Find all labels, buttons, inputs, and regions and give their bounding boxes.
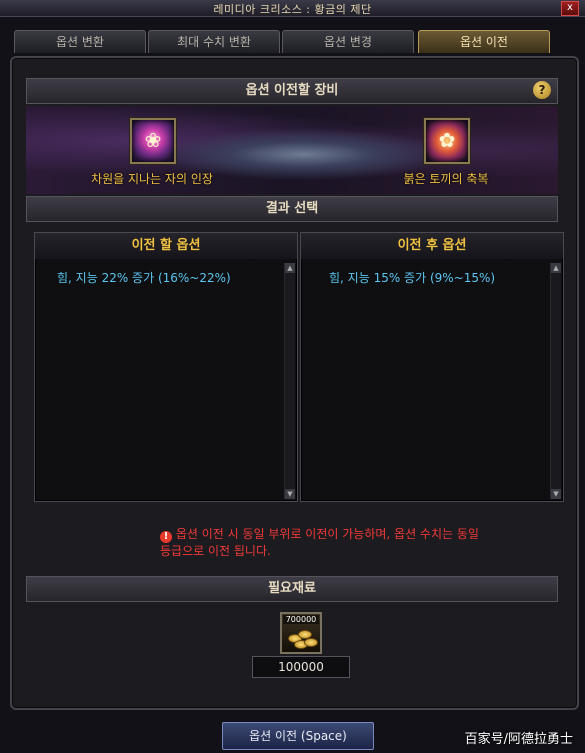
seal-icon: ❀ [144,128,162,152]
tab-bar: 옵션 변환 최대 수치 변환 옵션 변경 옵션 이전 [14,30,574,54]
equipment-section-header: 옵션 이전할 장비 ? [26,78,558,104]
before-option-value[interactable]: 힘, 지능 22% 증가 (16%~22%) [57,269,231,286]
close-button[interactable]: x [561,1,579,16]
blessing-icon: ✿ [438,128,456,152]
result-section-header: 결과 선택 [26,196,558,222]
material-slot[interactable]: 700000 [280,612,322,654]
option-transfer-button[interactable]: 옵션 이전 (Space) [222,722,374,750]
scroll-down-icon[interactable]: ▼ [551,489,561,499]
required-amount: 100000 [252,656,350,678]
after-option-header: 이전 후 옵션 [301,233,563,259]
target-item-slot[interactable]: ✿ [424,118,470,164]
scroll-down-icon[interactable]: ▼ [285,489,295,499]
window-title-bar: 레미디아 크리소스 : 황금의 제단 x [0,0,585,17]
target-item-name: 붉은 토끼의 축복 [403,172,489,186]
before-option-header: 이전 할 옵션 [35,233,297,259]
warning-text: 옵션 이전 시 동일 부위로 이전이 가능하며, 옵션 수치는 동일 등급으로 … [160,527,479,558]
before-option-panel: 이전 할 옵션 힘, 지능 22% 증가 (16%~22%) ▲ ▼ [34,232,298,502]
scroll-up-icon[interactable]: ▲ [551,263,561,273]
warning-icon: ! [160,531,172,543]
after-option-scrollbar[interactable]: ▲ ▼ [550,263,561,499]
material-stock-count: 700000 [283,615,319,624]
window-title: 레미디아 크리소스 : 황금의 제단 [213,3,372,16]
equipment-banner: ❀ 차원을 지나는 자의 인장 ✿ 붉은 토끼의 축복 [26,106,558,194]
tab-option-convert[interactable]: 옵션 변환 [14,30,146,53]
tab-option-change[interactable]: 옵션 변경 [282,30,414,53]
warning-message: ! 옵션 이전 시 동일 부위로 이전이 가능하며, 옵션 수치는 동일 등급으… [160,526,490,560]
tab-max-value-convert[interactable]: 최대 수치 변환 [148,30,280,53]
before-option-scrollbar[interactable]: ▲ ▼ [284,263,295,499]
after-option-panel: 이전 후 옵션 힘, 지능 15% 증가 (9%~15%) ▲ ▼ [300,232,564,502]
after-option-value[interactable]: 힘, 지능 15% 증가 (9%~15%) [329,269,495,286]
materials-section-header: 필요재료 [26,576,558,602]
tab-option-transfer[interactable]: 옵션 이전 [418,30,550,53]
source-item-name: 차원을 지나는 자의 인장 [91,172,213,186]
scroll-up-icon[interactable]: ▲ [285,263,295,273]
source-item-slot[interactable]: ❀ [130,118,176,164]
help-icon[interactable]: ? [533,81,551,99]
watermark: 百家号/阿德拉勇士 [464,732,573,747]
equipment-section-title: 옵션 이전할 장비 [245,83,339,98]
